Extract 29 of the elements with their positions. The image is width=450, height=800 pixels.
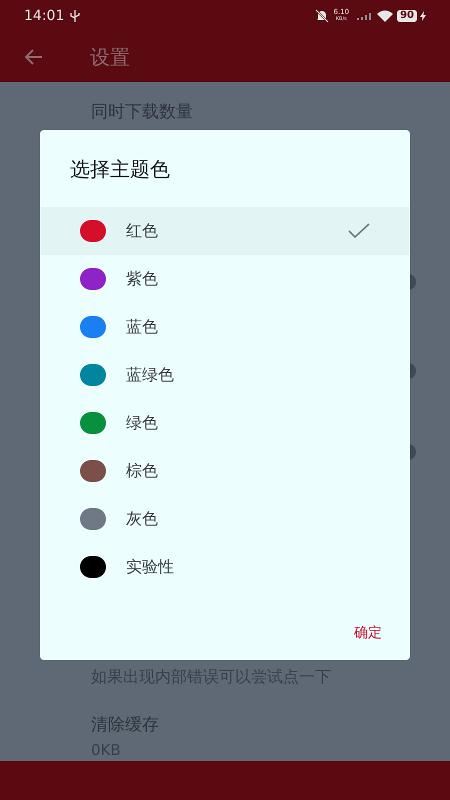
- setting-title: 同时下载数量: [91, 100, 194, 124]
- check-icon: [348, 223, 370, 239]
- app-bar-title: 设置: [90, 44, 130, 72]
- status-time: 14:01: [24, 6, 64, 26]
- wifi-icon: [377, 10, 394, 22]
- color-label: 蓝绿色: [126, 364, 174, 386]
- confirm-button[interactable]: 确定: [352, 621, 384, 646]
- color-option[interactable]: 棕色: [40, 447, 410, 495]
- color-label: 蓝色: [126, 316, 158, 338]
- color-option[interactable]: 红色: [40, 207, 410, 255]
- battery-level: 90: [397, 10, 417, 22]
- color-label: 紫色: [126, 268, 158, 290]
- color-option[interactable]: 紫色: [40, 255, 410, 303]
- color-label: 实验性: [126, 556, 174, 578]
- color-option[interactable]: 蓝绿色: [40, 351, 410, 399]
- color-label: 红色: [126, 220, 158, 242]
- color-option[interactable]: 绿色: [40, 399, 410, 447]
- setting-title: 清除缓存: [91, 714, 160, 738]
- signal-icon: [357, 12, 372, 20]
- bolt-icon: [420, 11, 426, 22]
- color-label: 灰色: [126, 508, 158, 530]
- usb-icon: [70, 10, 80, 22]
- color-option[interactable]: 灰色: [40, 495, 410, 543]
- color-label: 棕色: [126, 460, 158, 482]
- bell-off-icon: [315, 9, 330, 24]
- color-option[interactable]: 蓝色: [40, 303, 410, 351]
- dialog-title: 选择主题色: [70, 156, 171, 183]
- color-label: 绿色: [126, 412, 158, 434]
- color-option[interactable]: 实验性: [40, 543, 410, 591]
